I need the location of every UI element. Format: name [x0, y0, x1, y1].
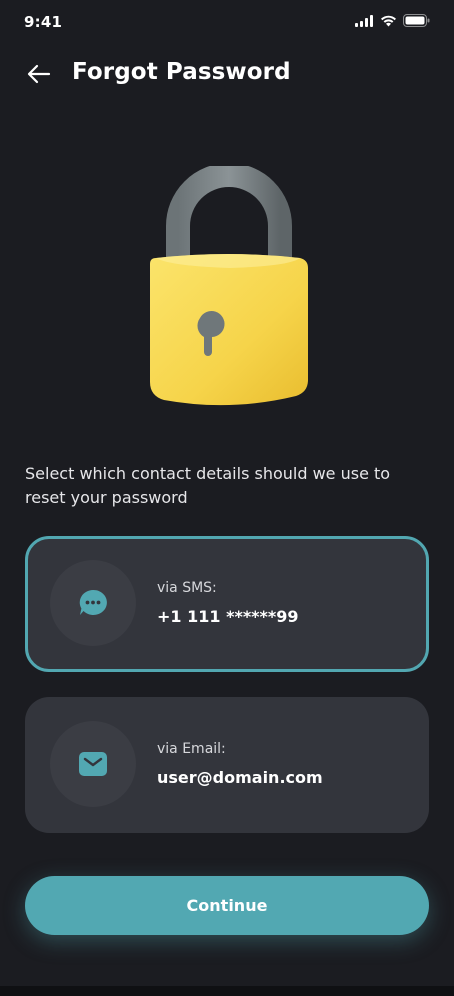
email-option-value: user@domain.com	[157, 768, 323, 787]
chat-bubble-icon	[79, 589, 107, 615]
continue-button[interactable]: Continue	[25, 876, 429, 935]
sms-option-value: +1 111 ******99	[157, 607, 299, 626]
page-title: Forgot Password	[72, 59, 291, 85]
battery-icon	[403, 14, 430, 27]
status-icons	[355, 14, 430, 27]
arrow-left-icon	[27, 64, 51, 84]
signal-icon	[355, 14, 373, 27]
bottom-bar	[0, 986, 454, 996]
wifi-icon	[381, 15, 396, 26]
padlock-illustration	[150, 166, 308, 406]
status-time: 9:41	[24, 13, 63, 31]
mail-icon	[79, 752, 107, 776]
status-bar: 9:41	[0, 0, 454, 44]
email-icon-circle	[50, 721, 136, 807]
sms-option-label: via SMS:	[157, 580, 217, 596]
back-button[interactable]	[24, 60, 54, 88]
header: Forgot Password	[0, 52, 454, 96]
sms-option-card[interactable]: via SMS: +1 111 ******99	[25, 536, 429, 672]
email-option-card[interactable]: via Email: user@domain.com	[25, 697, 429, 833]
instruction-text: Select which contact details should we u…	[25, 464, 391, 507]
email-option-label: via Email:	[157, 741, 226, 757]
sms-icon-circle	[50, 560, 136, 646]
